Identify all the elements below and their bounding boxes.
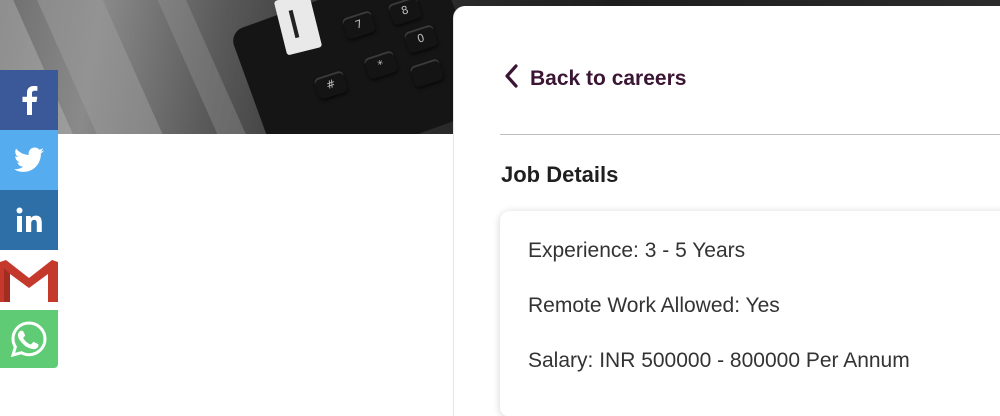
whatsapp-icon bbox=[10, 321, 47, 358]
job-card: Back to careers Job Details Experience: … bbox=[454, 6, 1000, 416]
chevron-left-icon bbox=[504, 64, 518, 94]
facebook-icon bbox=[22, 86, 38, 115]
share-gmail-button[interactable] bbox=[0, 250, 58, 310]
remote-work-text: Remote Work Allowed: Yes bbox=[528, 294, 780, 317]
back-link-label: Back to careers bbox=[530, 67, 687, 90]
twitter-icon bbox=[14, 147, 44, 172]
experience-text: Experience: 3 - 5 Years bbox=[528, 239, 746, 262]
gmail-icon bbox=[0, 260, 58, 302]
salary-text: Salary: INR 500000 - 800000 Per Annum bbox=[528, 349, 910, 372]
share-twitter-button[interactable] bbox=[0, 130, 58, 190]
share-bar bbox=[0, 70, 58, 368]
share-linkedin-button[interactable] bbox=[0, 190, 58, 250]
back-to-careers-link[interactable]: Back to careers bbox=[504, 64, 686, 94]
section-title: Job Details bbox=[501, 162, 619, 187]
page: 7 8 0 * # Back to careers Job Details Ex… bbox=[0, 0, 1000, 416]
divider bbox=[500, 134, 1000, 135]
share-whatsapp-button[interactable] bbox=[0, 310, 58, 368]
linkedin-icon bbox=[16, 207, 42, 232]
job-details-box: Experience: 3 - 5 Years Remote Work Allo… bbox=[500, 211, 1000, 416]
share-facebook-button[interactable] bbox=[0, 70, 58, 130]
